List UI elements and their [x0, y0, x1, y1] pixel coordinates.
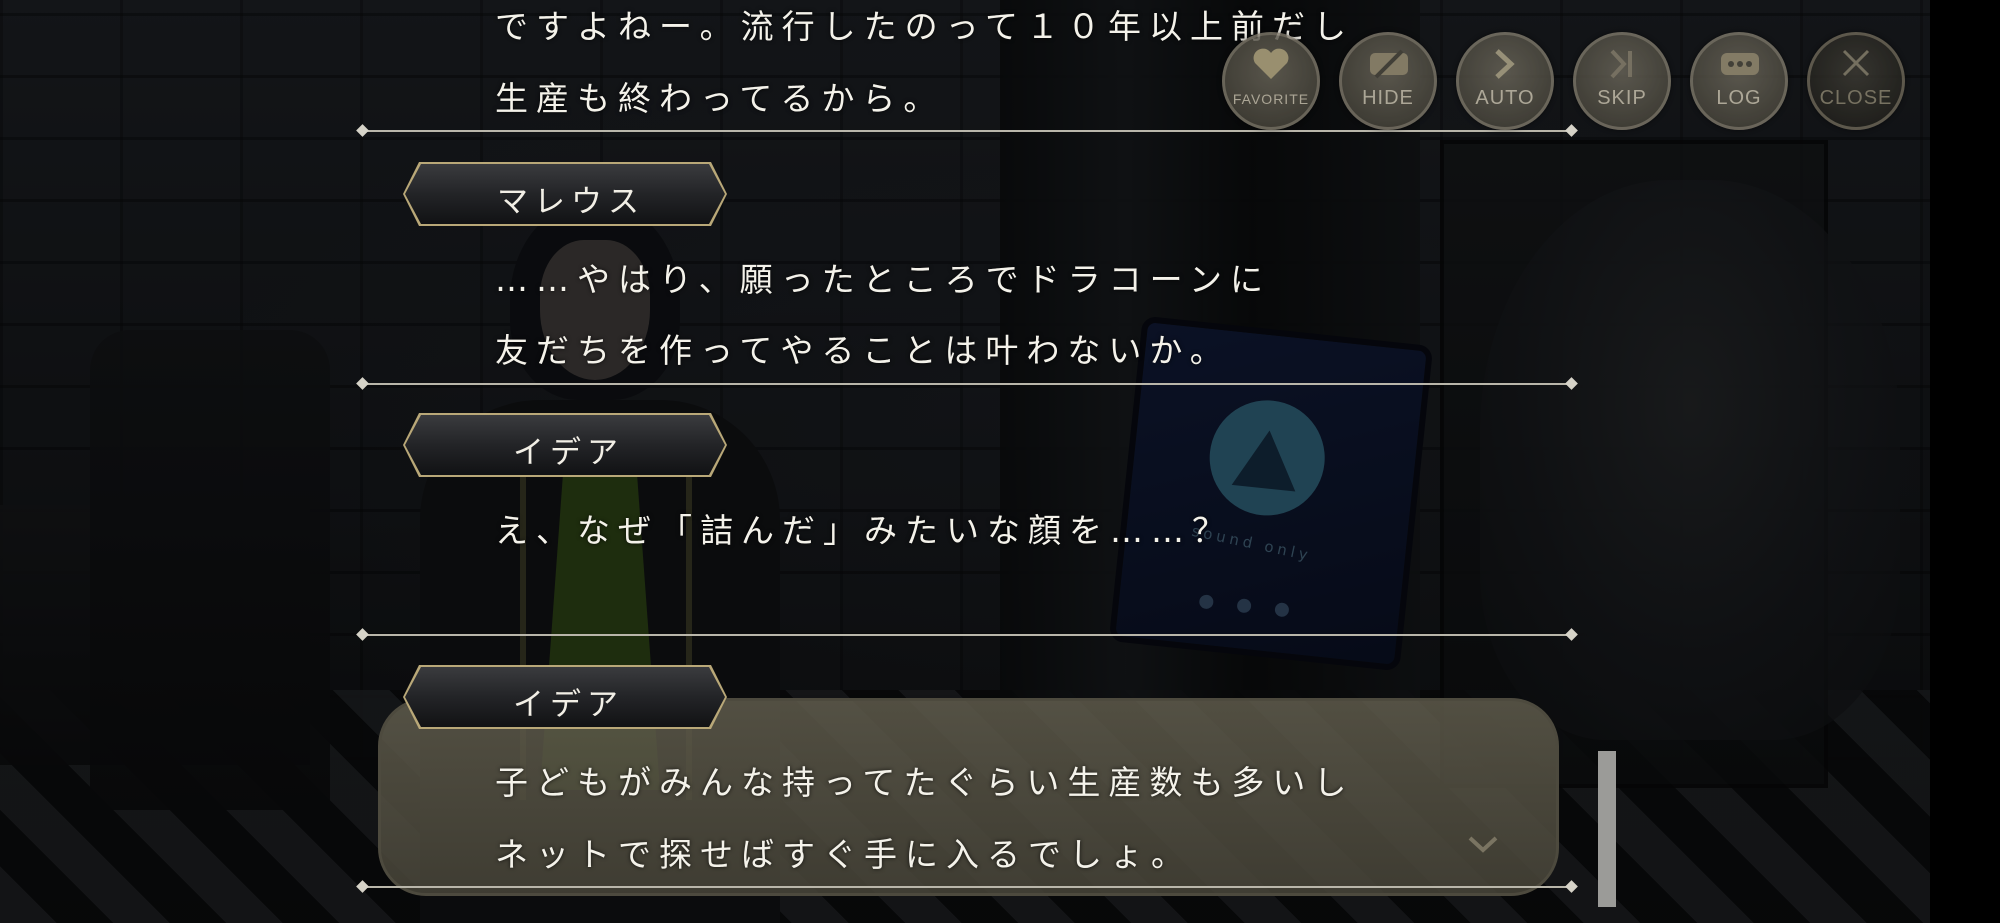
- speaker-nameplate: マレウス: [405, 164, 725, 224]
- separator: [362, 130, 1572, 132]
- close-button[interactable]: CLOSE: [1807, 32, 1905, 130]
- log-button[interactable]: LOG: [1690, 32, 1788, 130]
- speaker-name: イデア: [513, 435, 624, 471]
- speaker-nameplate: イデア: [405, 415, 725, 475]
- favorite-button[interactable]: FAVORITE: [1222, 32, 1320, 130]
- speaker-nameplate: イデア: [405, 667, 725, 727]
- dialogue-line: ですよねー。流行したのって１０年以上前だし: [495, 7, 1355, 46]
- speaker-name: マレウス: [497, 184, 645, 220]
- right-letterbox: [1930, 0, 2000, 923]
- scrollbar-thumb[interactable]: [1598, 751, 1616, 907]
- auto-label: AUTO: [1475, 87, 1535, 109]
- skip-button[interactable]: SKIP: [1573, 32, 1671, 130]
- hide-icon: [1370, 49, 1408, 79]
- favorite-label: FAVORITE: [1232, 91, 1310, 107]
- dialogue-line: 友だちを作ってやることは叶わないか。: [495, 331, 1231, 370]
- dialogue-line: ネットで探せばすぐ手に入るでしょ。: [495, 835, 1192, 874]
- skip-icon: [1610, 49, 1632, 79]
- dialogue-line: ……やはり、願ったところでドラコーンに: [495, 260, 1272, 299]
- log-label: LOG: [1716, 87, 1762, 109]
- separator: [362, 383, 1572, 385]
- speaker-name: イデア: [513, 687, 624, 723]
- skip-label: SKIP: [1597, 87, 1647, 109]
- auto-button[interactable]: AUTO: [1456, 32, 1554, 130]
- dialogue-line: 子どもがみんな持ってたぐらい生産数も多いし: [495, 763, 1355, 802]
- close-label: CLOSE: [1819, 87, 1893, 109]
- hide-label: HIDE: [1362, 87, 1414, 109]
- play-chevron-icon: [1495, 49, 1515, 79]
- separator: [362, 886, 1572, 888]
- dialogue-line: 生産も終わってるから。: [495, 79, 945, 118]
- dialogue-line: え、なぜ「詰んだ」みたいな顔を……？: [495, 511, 1233, 550]
- separator: [362, 634, 1572, 636]
- chevron-down-icon: [1468, 836, 1498, 853]
- heart-icon: [1253, 48, 1289, 79]
- close-icon: [1842, 49, 1870, 77]
- speech-bubble-icon: [1721, 53, 1759, 75]
- hide-button[interactable]: HIDE: [1339, 32, 1437, 130]
